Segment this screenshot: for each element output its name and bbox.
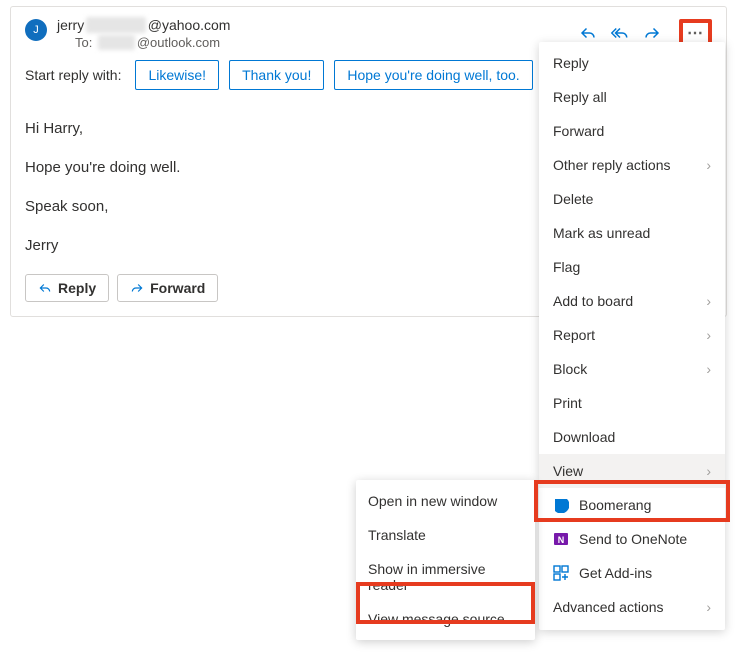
svg-text:N: N bbox=[558, 535, 565, 545]
chevron-right-icon: › bbox=[706, 463, 711, 479]
sender-name-redacted: ██████ bbox=[86, 17, 146, 33]
menu-delete[interactable]: Delete bbox=[539, 182, 725, 216]
sender-block: jerry██████@yahoo.com To: ████@outlook.c… bbox=[57, 17, 579, 50]
addins-icon bbox=[553, 565, 569, 581]
forward-button[interactable]: Forward bbox=[117, 274, 218, 302]
reply-icon bbox=[38, 281, 52, 295]
to-label: To: bbox=[75, 35, 92, 50]
menu-view[interactable]: View› bbox=[539, 454, 725, 488]
reply-all-icon[interactable] bbox=[611, 24, 629, 42]
menu-forward[interactable]: Forward bbox=[539, 114, 725, 148]
boomerang-icon bbox=[553, 497, 569, 513]
menu-boomerang[interactable]: Boomerang bbox=[539, 488, 725, 522]
chevron-right-icon: › bbox=[706, 293, 711, 309]
menu-reply[interactable]: Reply bbox=[539, 46, 725, 80]
recipient-domain: @outlook.com bbox=[137, 35, 220, 50]
chevron-right-icon: › bbox=[706, 361, 711, 377]
menu-other-reply[interactable]: Other reply actions› bbox=[539, 148, 725, 182]
menu-download[interactable]: Download bbox=[539, 420, 725, 454]
quick-reply-option[interactable]: Thank you! bbox=[229, 60, 324, 90]
quick-reply-option[interactable]: Hope you're doing well, too. bbox=[334, 60, 532, 90]
reply-button-label: Reply bbox=[58, 280, 96, 296]
submenu-view-source[interactable]: View message source bbox=[356, 602, 535, 636]
forward-button-label: Forward bbox=[150, 280, 205, 296]
menu-reply-all[interactable]: Reply all bbox=[539, 80, 725, 114]
menu-onenote[interactable]: NSend to OneNote bbox=[539, 522, 725, 556]
menu-flag[interactable]: Flag bbox=[539, 250, 725, 284]
reply-icon[interactable] bbox=[579, 24, 597, 42]
submenu-new-window[interactable]: Open in new window bbox=[356, 484, 535, 518]
menu-block[interactable]: Block› bbox=[539, 352, 725, 386]
chevron-right-icon: › bbox=[706, 599, 711, 615]
submenu-immersive[interactable]: Show in immersive reader bbox=[356, 552, 535, 602]
recipient-redacted: ████ bbox=[98, 35, 135, 50]
quick-reply-option[interactable]: Likewise! bbox=[135, 60, 219, 90]
quick-reply-label: Start reply with: bbox=[25, 67, 121, 83]
reply-button[interactable]: Reply bbox=[25, 274, 109, 302]
forward-icon bbox=[130, 281, 144, 295]
context-menu: Reply Reply all Forward Other reply acti… bbox=[539, 42, 725, 630]
menu-report[interactable]: Report› bbox=[539, 318, 725, 352]
onenote-icon: N bbox=[553, 531, 569, 547]
menu-print[interactable]: Print bbox=[539, 386, 725, 420]
recipient-line: To: ████@outlook.com bbox=[75, 35, 579, 50]
menu-advanced[interactable]: Advanced actions› bbox=[539, 590, 725, 624]
more-actions-icon[interactable]: ⋯ bbox=[687, 23, 704, 43]
sender-line: jerry██████@yahoo.com bbox=[57, 17, 579, 33]
menu-add-board[interactable]: Add to board› bbox=[539, 284, 725, 318]
chevron-right-icon: › bbox=[706, 327, 711, 343]
menu-get-addins[interactable]: Get Add-ins bbox=[539, 556, 725, 590]
sender-domain: @yahoo.com bbox=[148, 17, 231, 33]
submenu-translate[interactable]: Translate bbox=[356, 518, 535, 552]
menu-mark-unread[interactable]: Mark as unread bbox=[539, 216, 725, 250]
chevron-right-icon: › bbox=[706, 157, 711, 173]
sender-name-prefix: jerry bbox=[57, 17, 84, 33]
sender-avatar: J bbox=[25, 19, 47, 41]
forward-icon[interactable] bbox=[643, 24, 661, 42]
view-submenu: Open in new window Translate Show in imm… bbox=[356, 480, 535, 640]
